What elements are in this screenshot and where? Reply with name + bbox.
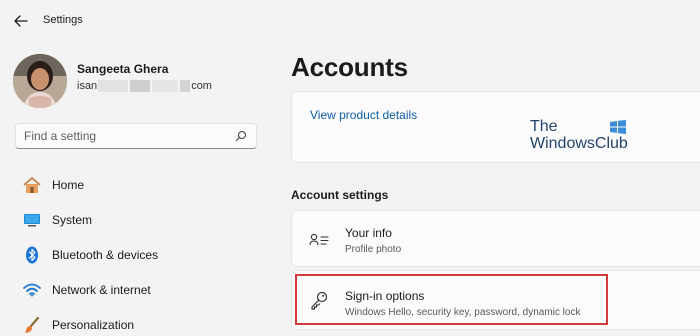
email-redaction [98, 80, 129, 92]
key-icon [308, 289, 330, 311]
sidebar-item-bluetooth[interactable]: Bluetooth & devices [12, 237, 268, 272]
email-redaction [180, 80, 191, 92]
sidebar-item-system[interactable]: System [12, 202, 268, 237]
search-box[interactable] [15, 123, 257, 149]
user-email: isan com [77, 80, 212, 92]
sidebar-item-label: System [52, 212, 93, 227]
view-product-details-link[interactable]: View product details [310, 108, 417, 122]
person-card-icon [308, 229, 330, 251]
sidebar-item-label: Network & internet [52, 282, 151, 297]
watermark-line2: WindowsClub [530, 135, 628, 152]
row-subtitle: Profile photo [345, 244, 402, 255]
row-title: Sign-in options [345, 289, 425, 303]
bluetooth-icon [22, 245, 42, 265]
page-title: Accounts [291, 52, 408, 82]
app-title: Settings [43, 14, 83, 26]
back-arrow-icon [14, 15, 28, 27]
home-icon [22, 175, 42, 195]
nav-menu: Home System Bluetooth & devices Network … [12, 167, 268, 336]
windows-logo-icon [610, 120, 626, 134]
search-icon[interactable] [234, 129, 248, 143]
main-content: Accounts View product details The Window… [275, 42, 700, 336]
watermark-line1: The [530, 118, 558, 135]
sidebar-item-label: Home [52, 177, 85, 192]
email-suffix: com [191, 80, 212, 92]
email-prefix: isan [77, 80, 98, 92]
sidebar: Sangeeta Ghera isan com Home [0, 42, 275, 336]
email-redaction [152, 80, 179, 92]
email-redaction [130, 80, 151, 92]
row-title: Your info [345, 226, 392, 240]
system-icon [22, 210, 42, 230]
user-name: Sangeeta Ghera [77, 62, 169, 76]
sidebar-item-home[interactable]: Home [12, 167, 268, 202]
sidebar-item-label: Personalization [52, 317, 135, 332]
brush-icon [22, 315, 42, 335]
section-heading: Account settings [291, 188, 389, 202]
product-card: View product details The WindowsClub [291, 91, 700, 163]
title-bar: Settings [0, 0, 700, 42]
wifi-icon [22, 280, 42, 300]
sidebar-item-personalization[interactable]: Personalization [12, 307, 268, 336]
avatar[interactable] [13, 54, 67, 108]
sidebar-item-label: Bluetooth & devices [52, 247, 159, 262]
back-button[interactable] [10, 10, 32, 32]
sign-in-options-row[interactable]: Sign-in options Windows Hello, security … [291, 270, 700, 330]
your-info-row[interactable]: Your info Profile photo [291, 210, 700, 267]
search-input[interactable] [24, 129, 234, 143]
watermark: The WindowsClub [530, 118, 640, 158]
row-subtitle: Windows Hello, security key, password, d… [345, 307, 581, 318]
sidebar-item-network[interactable]: Network & internet [12, 272, 268, 307]
